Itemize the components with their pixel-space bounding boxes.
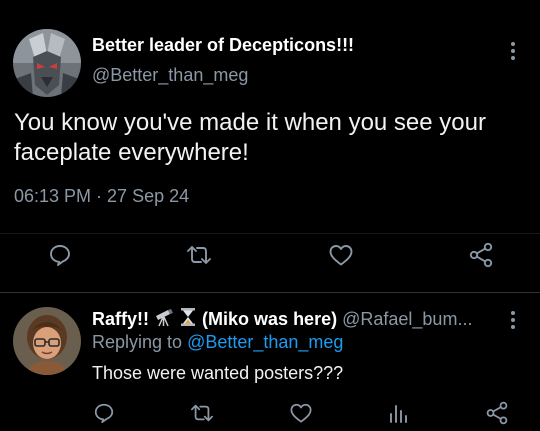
main-tweet: Better leader of Decepticons!!! @Better_… [0, 0, 540, 292]
reply-icon[interactable] [48, 243, 72, 267]
user-handle[interactable]: @Rafael_bum... [342, 309, 472, 329]
share-icon[interactable] [485, 401, 509, 425]
replying-to-link[interactable]: @Better_than_meg [187, 332, 343, 352]
reply-header: Raffy!! (Miko was here) @Rafael_bum... [92, 307, 502, 330]
telescope-icon [156, 309, 174, 327]
divider [0, 292, 540, 293]
starscream-avatar-image [13, 29, 81, 97]
raf-avatar-image [13, 307, 81, 375]
views-icon[interactable] [388, 402, 408, 424]
display-name[interactable]: Raffy!! [92, 309, 149, 329]
like-icon[interactable] [289, 402, 313, 424]
hourglass-icon [181, 308, 196, 326]
user-handle[interactable]: @Better_than_meg [92, 65, 248, 86]
display-name-suffix[interactable]: (Miko was here) [202, 309, 337, 329]
replying-prefix: Replying to [92, 332, 183, 352]
retweet-icon[interactable] [190, 402, 214, 424]
display-name[interactable]: Better leader of Decepticons!!! [92, 35, 354, 56]
avatar[interactable] [13, 307, 81, 375]
avatar[interactable] [13, 29, 81, 97]
like-icon[interactable] [328, 243, 354, 267]
tweet-text: You know you've made it when you see you… [14, 109, 486, 166]
reply-text: Those were wanted posters??? [92, 363, 344, 383]
more-options-icon[interactable] [510, 42, 516, 60]
retweet-icon[interactable] [186, 243, 212, 267]
reply-icon[interactable] [93, 402, 115, 424]
more-options-icon[interactable] [510, 311, 516, 329]
tweet-timestamp: 06:13 PM · 27 Sep 24 [14, 186, 190, 206]
replying-to: Replying to @Better_than_meg [92, 332, 343, 353]
divider [0, 233, 540, 234]
share-icon[interactable] [468, 242, 494, 268]
